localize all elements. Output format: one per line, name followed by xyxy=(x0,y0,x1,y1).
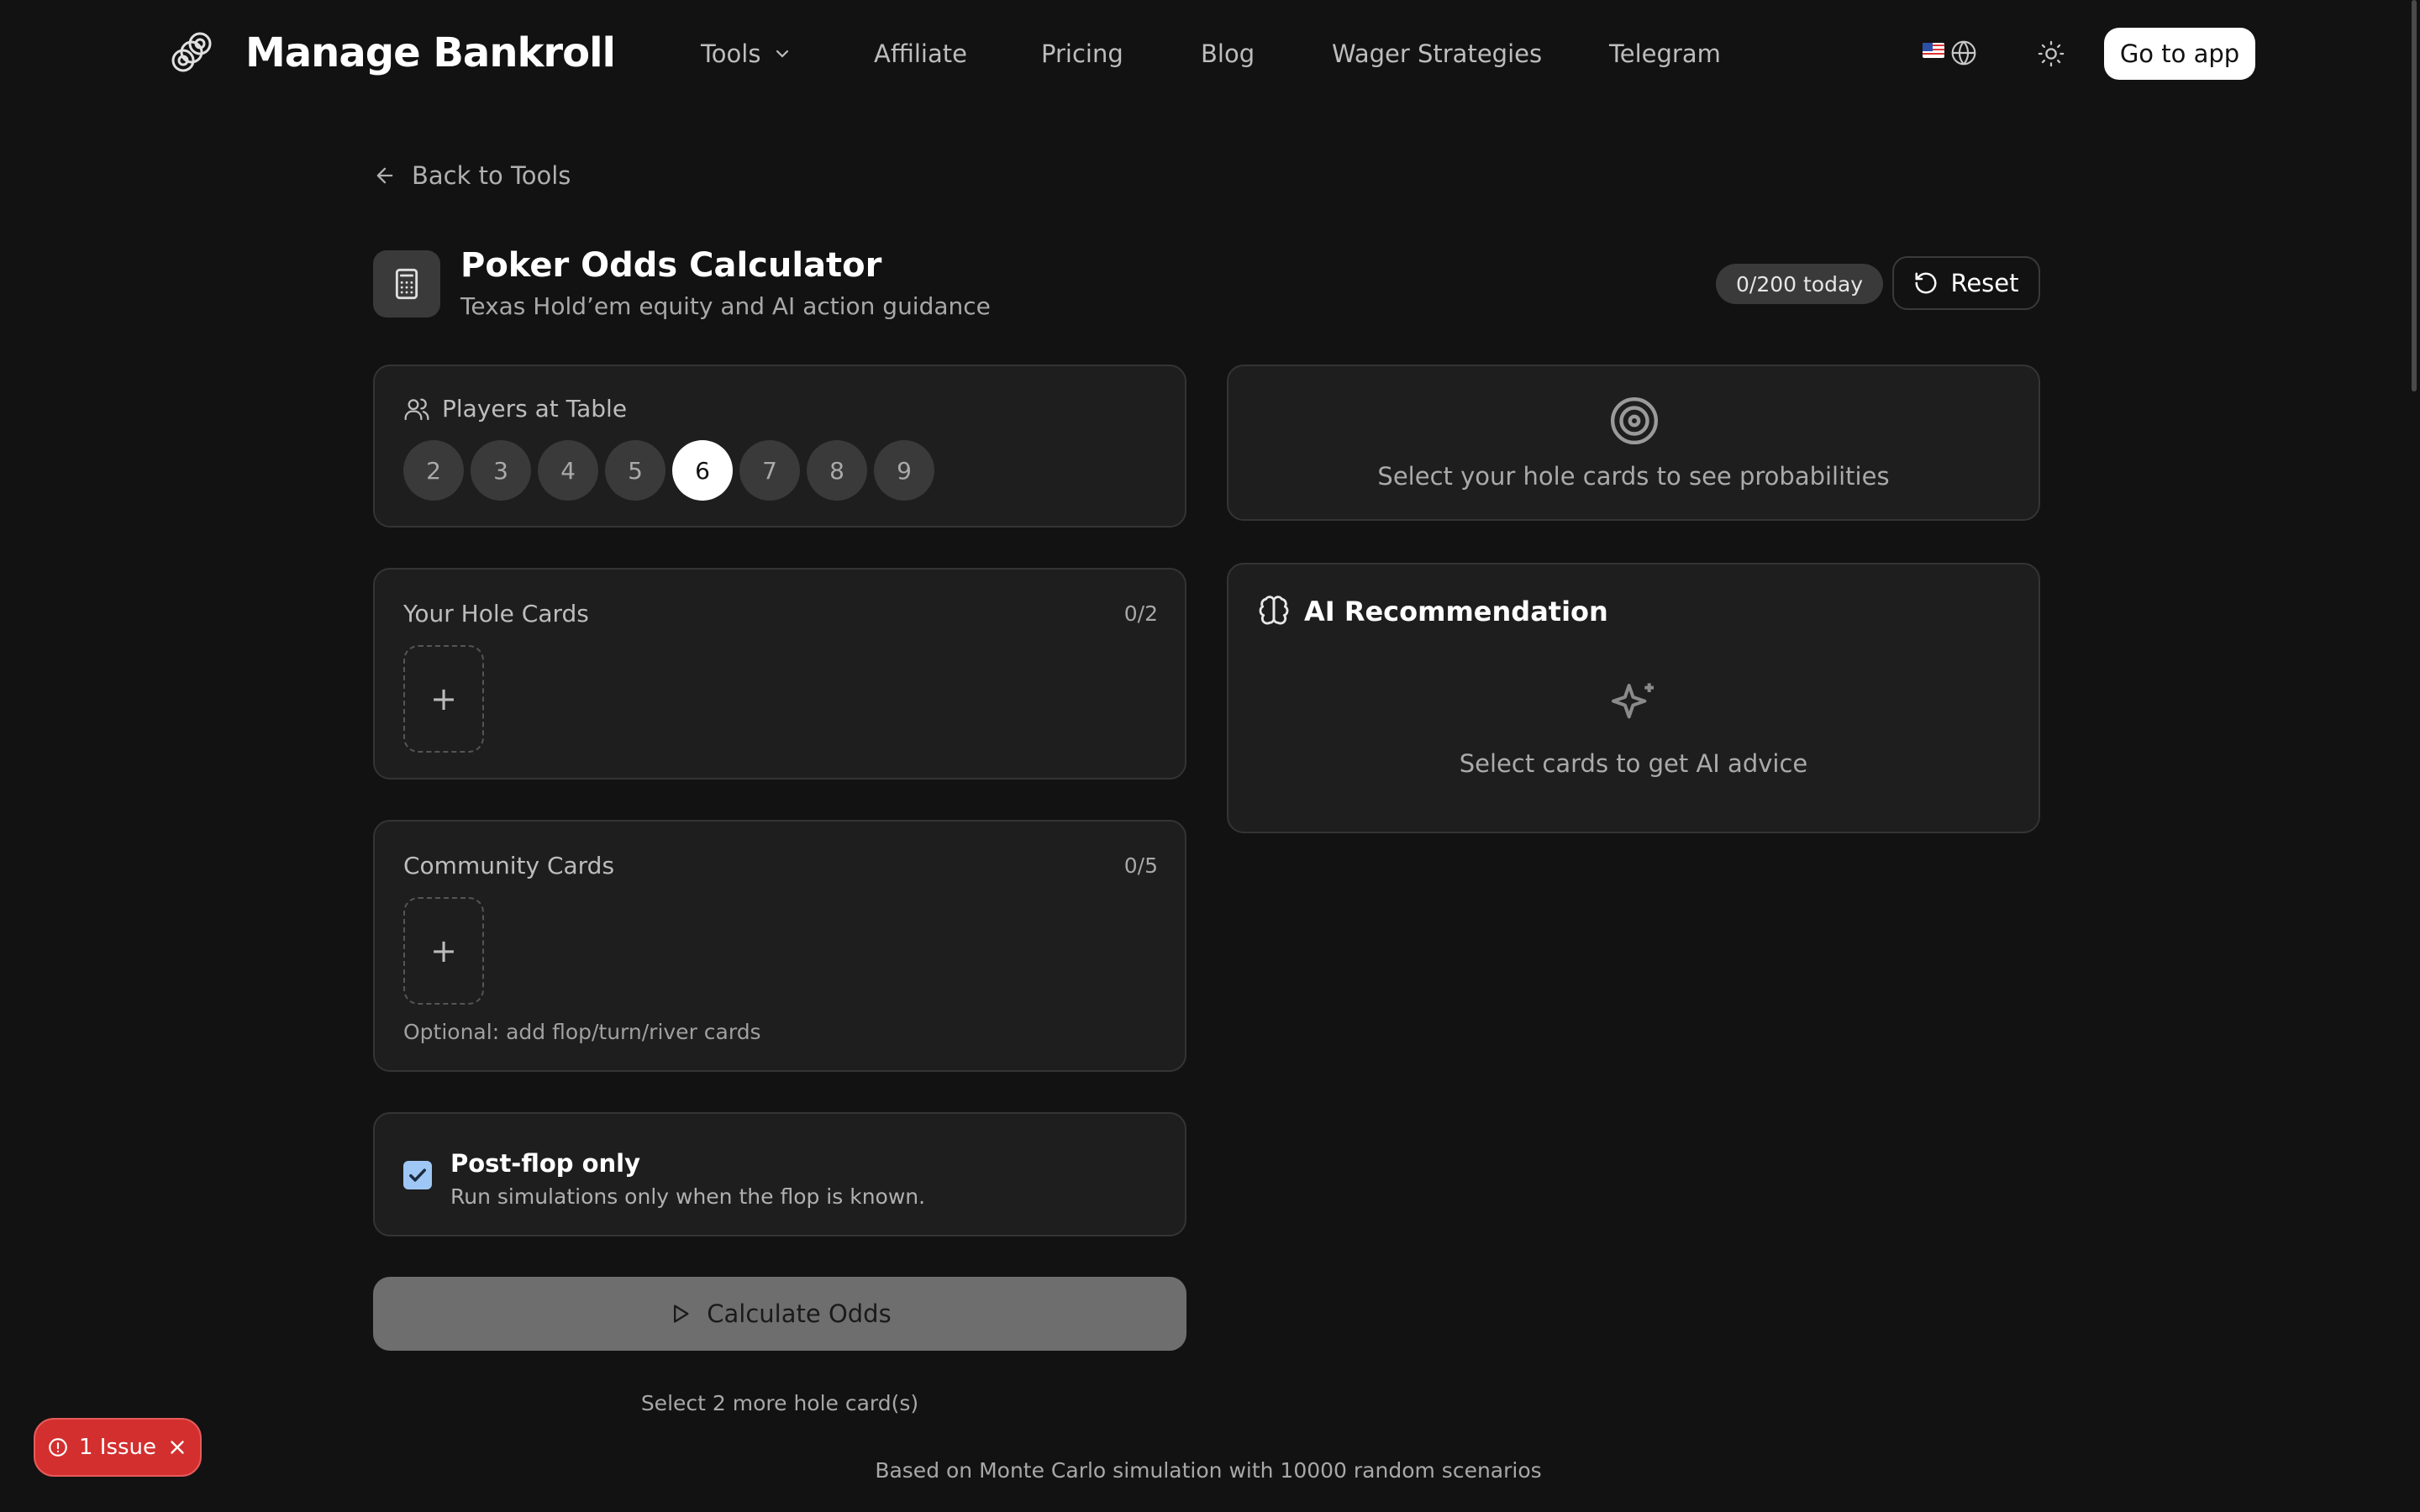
page-scrollbar[interactable] xyxy=(2412,0,2417,391)
community-cards-panel: Community Cards 0/5 + Optional: add flop… xyxy=(373,820,1186,1072)
calculator-icon xyxy=(395,268,418,300)
calculate-odds-button[interactable]: Calculate Odds xyxy=(373,1277,1186,1351)
play-icon xyxy=(674,1305,689,1323)
us-flag-icon[interactable] xyxy=(1923,43,1944,58)
probabilities-panel: Select your hole cards to see probabilit… xyxy=(1227,365,2040,521)
player-option-6[interactable]: 6 xyxy=(672,440,733,501)
probabilities-empty-text: Select your hole cards to see probabilit… xyxy=(1377,462,1890,491)
sun-icon[interactable] xyxy=(2037,39,2065,68)
player-count-selector: 2 3 4 5 6 7 8 9 xyxy=(403,440,934,501)
nav-tools-label: Tools xyxy=(701,39,761,68)
target-icon xyxy=(1610,396,1659,445)
nav-telegram[interactable]: Telegram xyxy=(1609,39,1721,69)
chevron-down-icon xyxy=(776,50,789,58)
back-to-tools-link[interactable]: Back to Tools xyxy=(373,161,571,190)
arrow-left-icon xyxy=(376,167,393,184)
checkmark-icon xyxy=(409,1168,426,1182)
usage-badge: 0/200 today xyxy=(1716,264,1884,304)
simulation-footnote: Based on Monte Carlo simulation with 100… xyxy=(875,1458,1542,1483)
hole-cards-count: 0/2 xyxy=(1123,601,1158,626)
player-option-2[interactable]: 2 xyxy=(403,440,464,501)
postflop-description: Run simulations only when the flop is kn… xyxy=(450,1184,926,1209)
calculate-hint: Select 2 more hole card(s) xyxy=(640,1391,919,1415)
go-to-app-button[interactable]: Go to app xyxy=(2104,28,2255,80)
player-option-8[interactable]: 8 xyxy=(807,440,867,501)
players-header: Players at Table xyxy=(403,395,627,423)
calculator-icon-box xyxy=(373,250,440,318)
hole-cards-panel: Your Hole Cards 0/2 + xyxy=(373,568,1186,780)
users-icon xyxy=(404,398,429,420)
nav-blog[interactable]: Blog xyxy=(1201,39,1255,69)
brain-icon xyxy=(1259,596,1289,625)
ai-empty-text: Select cards to get AI advice xyxy=(1459,749,1808,778)
page-title: Poker Odds Calculator xyxy=(460,246,882,285)
ai-recommendation-panel: AI Recommendation Select cards to get AI… xyxy=(1227,563,2040,833)
page-subtitle: Texas Hold’em equity and AI action guida… xyxy=(460,292,991,320)
player-option-7[interactable]: 7 xyxy=(739,440,800,501)
issues-badge[interactable]: 1 Issue xyxy=(34,1418,202,1477)
postflop-title: Post-flop only xyxy=(450,1149,641,1178)
back-to-tools-label: Back to Tools xyxy=(412,161,571,190)
postflop-panel: Post-flop only Run simulations only when… xyxy=(373,1112,1186,1236)
player-option-5[interactable]: 5 xyxy=(605,440,666,501)
hole-cards-label: Your Hole Cards xyxy=(403,600,589,627)
postflop-checkbox[interactable] xyxy=(403,1161,432,1189)
alert-circle-icon xyxy=(49,1438,67,1457)
add-hole-card-button[interactable]: + xyxy=(403,645,484,753)
globe-icon[interactable] xyxy=(1950,39,1977,66)
reset-button[interactable]: Reset xyxy=(1892,256,2040,310)
sparkles-icon xyxy=(1612,683,1654,719)
community-cards-hint: Optional: add flop/turn/river cards xyxy=(403,1020,761,1044)
nav-affiliate[interactable]: Affiliate xyxy=(874,39,967,69)
nav-wager-strategies[interactable]: Wager Strategies xyxy=(1332,39,1542,69)
ai-recommendation-title: AI Recommendation xyxy=(1304,596,1608,627)
ai-recommendation-header: AI Recommendation xyxy=(1257,595,1608,628)
nav-pricing[interactable]: Pricing xyxy=(1041,39,1123,69)
issues-label: 1 Issue xyxy=(78,1435,157,1460)
calculate-odds-label: Calculate Odds xyxy=(707,1299,892,1328)
community-cards-label: Community Cards xyxy=(403,852,615,879)
close-icon[interactable] xyxy=(166,1436,188,1458)
reset-icon xyxy=(1915,272,1937,294)
player-option-4[interactable]: 4 xyxy=(538,440,598,501)
chain-link-logo-icon[interactable] xyxy=(166,27,217,77)
brand-name[interactable]: Manage Bankroll xyxy=(245,25,616,81)
players-panel: Players at Table 2 3 4 5 6 7 8 9 xyxy=(373,365,1186,528)
player-option-9[interactable]: 9 xyxy=(874,440,934,501)
player-option-3[interactable]: 3 xyxy=(471,440,531,501)
nav-tools[interactable]: Tools xyxy=(701,39,792,69)
community-cards-count: 0/5 xyxy=(1123,853,1158,878)
players-label: Players at Table xyxy=(442,395,628,423)
add-community-card-button[interactable]: + xyxy=(403,897,484,1005)
reset-label: Reset xyxy=(1950,269,2019,297)
